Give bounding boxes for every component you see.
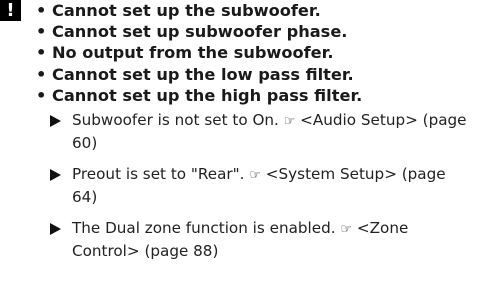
cause-item: Subwoofer is not set to On. ☞ <Audio Set…	[50, 110, 470, 154]
page-reference-icon: ☞	[249, 168, 261, 183]
cause-text: The Dual zone function is enabled.	[72, 219, 336, 237]
page-reference-icon: ☞	[283, 114, 296, 129]
cause-list: Subwoofer is not set to On. ☞ <Audio Set…	[50, 110, 470, 272]
symptom-list: • Cannot set up the subwoofer. • Cannot …	[36, 0, 362, 106]
troubleshooting-entry: ! • Cannot set up the subwoofer. • Canno…	[0, 0, 477, 292]
symptom-item: • Cannot set up subwoofer phase.	[36, 22, 348, 42]
triangle-bullet-icon	[50, 115, 61, 127]
cause-text: Preout is set to "Rear".	[72, 165, 245, 183]
cause-text: Subwoofer is not set to On.	[72, 111, 279, 129]
triangle-bullet-icon	[50, 169, 61, 181]
symptom-item: • No output from the subwoofer.	[36, 43, 334, 63]
cause-item: The Dual zone function is enabled. ☞ <Zo…	[50, 218, 470, 262]
warning-icon: !	[0, 0, 21, 21]
cause-item: Preout is set to "Rear". ☞ <System Setup…	[50, 164, 470, 208]
symptom-item: • Cannot set up the low pass filter.	[36, 64, 354, 84]
symptom-item: • Cannot set up the high pass filter.	[36, 85, 363, 105]
triangle-bullet-icon	[50, 223, 61, 235]
page-reference-icon: ☞	[340, 222, 353, 237]
symptom-item: • Cannot set up the subwoofer.	[36, 1, 321, 20]
